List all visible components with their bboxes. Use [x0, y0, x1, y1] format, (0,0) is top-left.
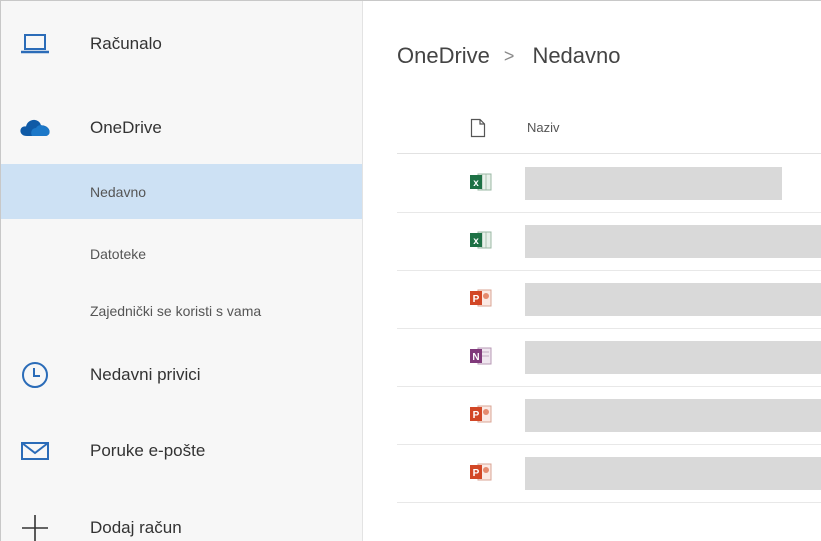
sidebar-item-add-account[interactable]: Dodaj račun	[1, 503, 362, 541]
sidebar-item-label: Zajednički se koristi s vama	[90, 303, 262, 319]
file-name-placeholder	[525, 399, 821, 432]
breadcrumb: OneDrive > Nedavno	[397, 43, 621, 69]
clock-icon	[19, 359, 51, 391]
sidebar-item-label: OneDrive	[90, 118, 162, 137]
sidebar-item-recent-attachments[interactable]: Nedavni privici	[1, 350, 362, 400]
svg-text:N: N	[472, 352, 479, 363]
file-name-placeholder	[525, 341, 821, 374]
excel-file-icon: x	[470, 172, 492, 192]
sidebar-item-email-messages[interactable]: Poruke e-pošte	[1, 426, 362, 476]
sidebar-item-label: Datoteke	[90, 246, 147, 262]
file-row[interactable]: P	[397, 444, 821, 503]
powerpoint-file-icon: P	[470, 288, 492, 308]
svg-text:P: P	[473, 410, 480, 421]
file-name-placeholder	[525, 457, 821, 490]
sidebar-item-label: Nedavno	[90, 183, 147, 200]
svg-text:x: x	[473, 236, 479, 247]
breadcrumb-separator: >	[503, 45, 515, 66]
sidebar-item-datoteke[interactable]: Datoteke	[1, 229, 362, 279]
sidebar-item-label: Nedavni privici	[90, 365, 201, 384]
file-name-placeholder	[525, 167, 782, 200]
sidebar-item-label: Dodaj račun	[90, 518, 182, 537]
file-name-placeholder	[525, 283, 821, 316]
file-list-header: Naziv	[397, 105, 821, 154]
file-row[interactable]: P	[397, 270, 821, 329]
svg-text:P: P	[473, 468, 480, 479]
excel-file-icon: x	[470, 230, 492, 250]
breadcrumb-current: Nedavno	[532, 43, 621, 68]
column-header-name[interactable]: Naziv	[527, 120, 560, 135]
sidebar-item-label: Poruke e-pošte	[90, 441, 206, 460]
powerpoint-file-icon: P	[470, 462, 492, 482]
file-row[interactable]: x	[397, 212, 821, 271]
file-row[interactable]: P	[397, 386, 821, 445]
mail-icon	[19, 435, 51, 467]
powerpoint-file-icon: P	[470, 404, 492, 424]
sidebar-item-racunalo[interactable]: Računalo	[1, 19, 362, 69]
svg-text:P: P	[473, 294, 480, 305]
sidebar-item-nedavno[interactable]: Nedavno	[1, 164, 362, 219]
file-row[interactable]: N	[397, 328, 821, 387]
file-name-placeholder	[525, 225, 821, 258]
breadcrumb-root[interactable]: OneDrive	[397, 43, 490, 69]
svg-text:x: x	[473, 178, 479, 189]
onedrive-cloud-icon	[19, 112, 51, 144]
plus-icon	[19, 512, 51, 541]
app-window: Računalo OneDrive Nedavno Datoteke Zajed…	[0, 0, 821, 541]
sidebar-item-shared-with-you[interactable]: Zajednički se koristi s vama	[1, 286, 362, 336]
sidebar: Računalo OneDrive Nedavno Datoteke Zajed…	[1, 1, 363, 541]
laptop-icon	[19, 28, 51, 60]
onenote-file-icon: N	[470, 346, 492, 366]
file-row[interactable]: x	[397, 154, 821, 213]
sidebar-item-onedrive[interactable]: OneDrive	[1, 103, 362, 153]
sidebar-item-label: Računalo	[90, 34, 162, 53]
file-icon	[470, 118, 486, 143]
main-content: OneDrive > Nedavno Naziv x x P N P P	[363, 1, 821, 541]
